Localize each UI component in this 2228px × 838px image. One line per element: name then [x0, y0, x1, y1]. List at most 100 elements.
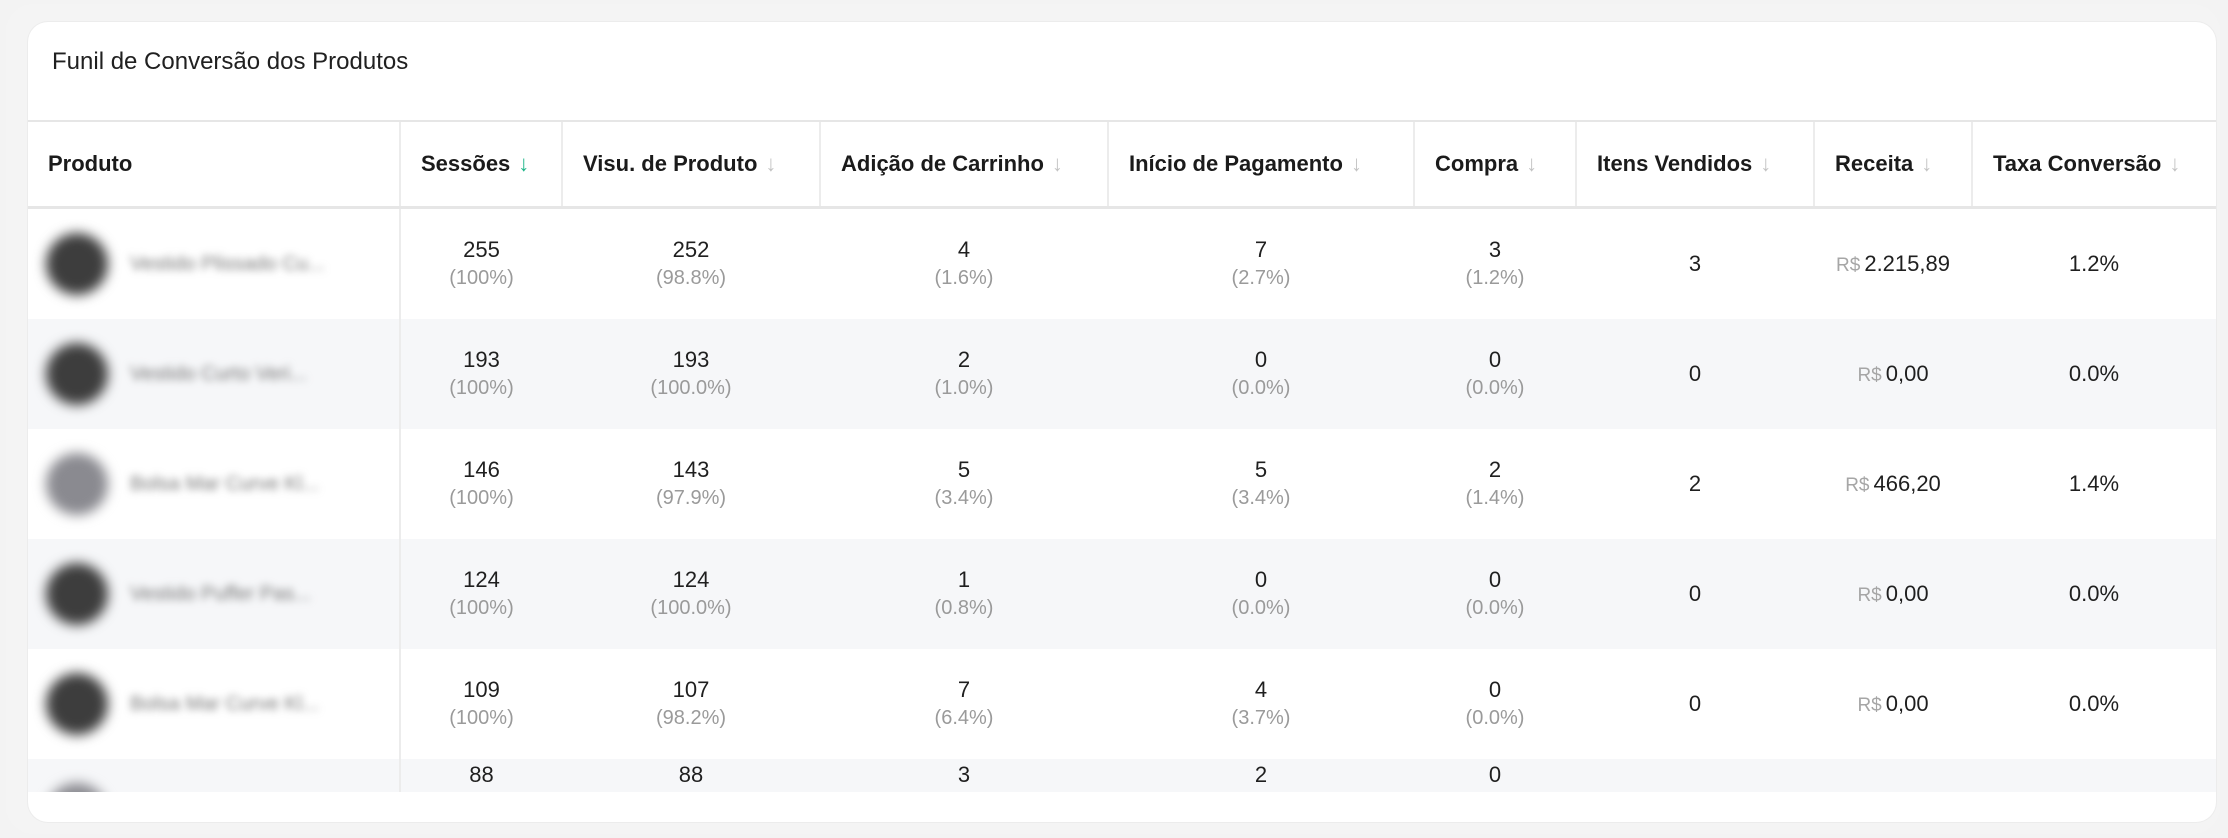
carrinho-cell: 3: [820, 759, 1108, 792]
value: 3: [957, 762, 971, 787]
product-cell[interactable]: Bolsa Mar Curve Kl...: [28, 649, 401, 759]
value: 146: [463, 457, 500, 482]
pagamento-cell: 7 (2.7%): [1108, 208, 1414, 320]
value: 3: [1488, 237, 1502, 262]
receita-value: 466,20: [1873, 471, 1941, 496]
receita-value: 0,00: [1885, 361, 1929, 386]
itens-cell: 3: [1688, 251, 1702, 276]
arrow-down-icon[interactable]: ↓: [1760, 151, 1771, 177]
value: 4: [1254, 677, 1268, 702]
table-row: Vestido Curto Veri... 193 (100%) 193 (100.…: [28, 319, 2216, 429]
product-cell[interactable]: Vestido Puffer Pas...: [28, 539, 401, 649]
table-row-partial: 88 88 3 2 0: [28, 759, 2216, 792]
receita-cell: R$ 2.215,89: [1814, 208, 1972, 320]
product-thumbnail: [46, 343, 108, 405]
percent: (0.0%): [1465, 377, 1525, 399]
itens-cell: 0: [1576, 319, 1814, 429]
product-cell[interactable]: Bolsa Mar Curve Kl...: [28, 429, 401, 539]
header-compra[interactable]: Compra ↓: [1413, 120, 1576, 209]
value: 109: [463, 677, 500, 702]
itens-cell: 2: [1688, 471, 1702, 496]
taxa-cell: 0.0%: [1972, 319, 2216, 429]
arrow-down-icon[interactable]: ↓: [1526, 151, 1537, 177]
percent: (1.4%): [1465, 487, 1525, 509]
value: 107: [672, 677, 710, 702]
value: 7: [1254, 237, 1268, 262]
value: 2: [957, 347, 971, 372]
product-name: Vestido Curto Veri...: [130, 362, 307, 385]
header-visu-produto[interactable]: Visu. de Produto ↓: [561, 120, 820, 209]
percent: (1.6%): [934, 267, 994, 289]
arrow-down-icon[interactable]: ↓: [1351, 151, 1362, 177]
visu-cell: 193 (100.0%): [562, 319, 820, 429]
header-itens-vendidos[interactable]: Itens Vendidos ↓: [1575, 120, 1814, 209]
product-cell[interactable]: Vestido Plissado Cu...: [28, 207, 401, 319]
header-label: Adição de Carrinho: [841, 151, 1044, 176]
currency-symbol: R$: [1845, 475, 1870, 496]
pagamento-cell: 5 (3.4%): [1108, 429, 1414, 539]
percent: (100.0%): [650, 597, 732, 619]
percent: (6.4%): [934, 707, 994, 729]
value: 5: [957, 457, 971, 482]
percent: (0.0%): [1231, 377, 1291, 399]
percent: (0.0%): [1465, 597, 1525, 619]
table-row: Vestido Puffer Pas... 124 (100%) 124 (100.…: [28, 539, 2216, 649]
percent: (98.8%): [655, 267, 727, 289]
product-thumbnail: [46, 453, 108, 515]
arrow-down-icon[interactable]: ↓: [1921, 151, 1932, 177]
receita-cell: [1814, 759, 1972, 792]
value: 0: [1488, 762, 1502, 787]
header-adicao-carrinho[interactable]: Adição de Carrinho ↓: [819, 120, 1108, 209]
header-label: Taxa Conversão: [1993, 151, 2162, 176]
value: 0: [1488, 347, 1502, 372]
page-background: Funil de Conversão dos Produtos Produto …: [6, 4, 2220, 834]
receita-value: 2.215,89: [1864, 251, 1950, 276]
visu-cell: 143 (97.9%): [562, 429, 820, 539]
value: 7: [957, 677, 971, 702]
percent: (100%): [449, 707, 514, 729]
header-sessoes[interactable]: Sessões ↓: [399, 120, 562, 209]
product-cell[interactable]: [28, 759, 401, 792]
product-name: Bolsa Mar Curve Kl...: [130, 692, 319, 715]
percent: (3.7%): [1231, 707, 1291, 729]
taxa-cell: 1.4%: [2068, 471, 2120, 496]
arrow-down-icon[interactable]: ↓: [1052, 151, 1063, 177]
product-cell[interactable]: Vestido Curto Veri...: [28, 319, 401, 429]
header-inicio-pagamento[interactable]: Início de Pagamento ↓: [1107, 120, 1414, 209]
percent: (0.0%): [1231, 597, 1291, 619]
value: 143: [672, 457, 710, 482]
product-name: Bolsa Mar Curve Kl...: [130, 472, 319, 495]
value: 124: [672, 567, 710, 592]
table-scroll-container[interactable]: Produto Sessões ↓ Visu. de Produto ↓ Adiçã…: [28, 120, 2216, 792]
visu-cell: 124 (100.0%): [562, 539, 820, 649]
receita-value: 0,00: [1885, 581, 1929, 606]
header-produto: Produto: [28, 120, 400, 209]
header-receita[interactable]: Receita ↓: [1813, 120, 1972, 209]
product-name: Vestido Puffer Pas...: [130, 582, 311, 605]
pagamento-cell: 0 (0.0%): [1108, 539, 1414, 649]
header-taxa-conversao[interactable]: Taxa Conversão ↓: [1971, 120, 2216, 209]
product-thumbnail: [46, 783, 108, 792]
receita-cell: R$ 0,00: [1814, 649, 1972, 759]
percent: (97.9%): [655, 487, 727, 509]
itens-cell: [1576, 759, 1814, 792]
value: 2: [1488, 457, 1502, 482]
product-thumbnail: [46, 563, 108, 625]
value: 1: [957, 567, 971, 592]
arrow-down-icon[interactable]: ↓: [765, 151, 776, 177]
sessoes-cell: 88: [400, 759, 562, 792]
arrow-down-icon[interactable]: ↓: [2169, 151, 2180, 177]
sessoes-cell: 109 (100%): [400, 649, 562, 759]
product-funnel-table: Produto Sessões ↓ Visu. de Produto ↓ Adiçã…: [28, 120, 2216, 792]
arrow-down-icon[interactable]: ↓: [518, 151, 529, 177]
itens-cell: 0: [1576, 539, 1814, 649]
percent: (3.4%): [934, 487, 994, 509]
taxa-cell: [1972, 759, 2216, 792]
value: 0: [1488, 567, 1502, 592]
percent: (1.0%): [934, 377, 994, 399]
sessoes-cell: 255 (100%): [400, 208, 562, 320]
itens-cell: 0: [1688, 691, 1702, 716]
percent: (3.4%): [1231, 487, 1291, 509]
carrinho-cell: 5 (3.4%): [820, 429, 1108, 539]
percent: (0.8%): [934, 597, 994, 619]
